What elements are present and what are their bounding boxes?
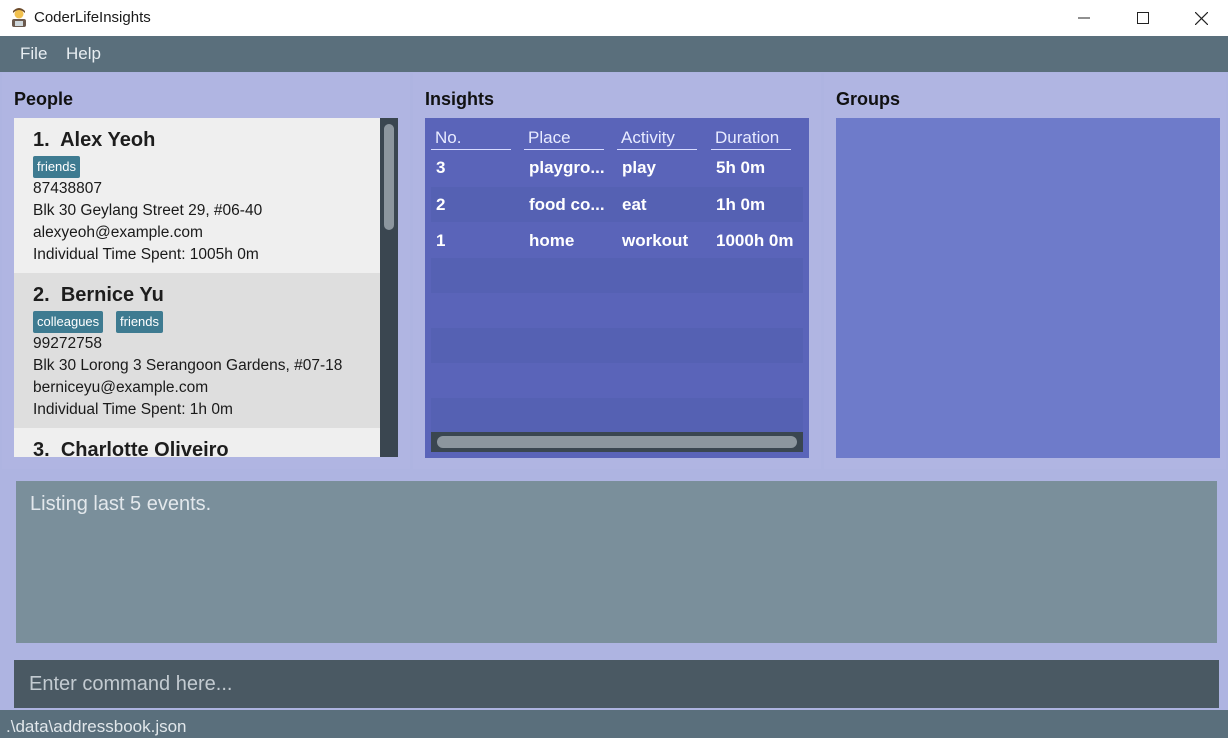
person-card[interactable]: 3. Charlotte Oliveiro [14, 428, 380, 457]
table-row[interactable]: 2 food co... eat 1h 0m [431, 187, 803, 222]
table-row[interactable]: 1 home workout 1000h 0m [431, 223, 803, 258]
cell-no: 3 [436, 158, 446, 177]
minimize-button[interactable] [1055, 0, 1113, 36]
empty-row [431, 363, 803, 398]
cell-place: food co... [529, 195, 605, 214]
person-address: Blk 30 Geylang Street 29, #06-40 [33, 202, 263, 219]
cell-activity: workout [622, 231, 689, 250]
cell-duration: 1h 0m [716, 195, 766, 214]
insights-table[interactable]: No. Place Activity Duration 3 playgro...… [425, 118, 809, 458]
tag-badge: friends [116, 311, 164, 333]
column-header-no[interactable]: No. [435, 128, 461, 148]
person-phone: 87438807 [33, 180, 102, 197]
title-bar: CoderLifeInsights [0, 0, 1228, 36]
cell-place: playgro... [529, 158, 605, 177]
tag-badge: colleagues [33, 311, 104, 333]
person-phone: 99272758 [33, 335, 102, 352]
cell-no: 1 [436, 231, 446, 250]
people-panel-title: People [14, 89, 74, 109]
people-list[interactable]: 1. Alex Yeoh friends 87438807 Blk 30 Gey… [14, 118, 380, 457]
column-header-activity[interactable]: Activity [621, 128, 675, 148]
maximize-button[interactable] [1114, 0, 1172, 36]
command-input[interactable] [14, 660, 1219, 708]
maximize-icon [1137, 12, 1149, 24]
empty-row [431, 398, 803, 432]
person-coder-icon [12, 8, 26, 27]
groups-list[interactable] [836, 118, 1220, 458]
person-index-name: 1. Alex Yeoh [33, 129, 156, 151]
tag-badge: friends [33, 156, 81, 178]
column-divider [617, 149, 697, 150]
menu-bar: File Help [0, 36, 1228, 72]
menu-file[interactable]: File [20, 44, 47, 64]
cell-no: 2 [436, 195, 446, 214]
person-card[interactable]: 2. Bernice Yu colleagues friends 9927275… [14, 273, 380, 428]
cell-duration: 5h 0m [716, 158, 766, 177]
minimize-icon [1078, 17, 1090, 19]
person-card[interactable]: 1. Alex Yeoh friends 87438807 Blk 30 Gey… [14, 118, 380, 273]
column-divider [524, 149, 604, 150]
cell-activity: eat [622, 195, 647, 214]
column-divider [431, 149, 511, 150]
person-email: berniceyu@example.com [33, 379, 209, 396]
save-location: .\data\addressbook.json [6, 717, 187, 736]
result-display: Listing last 5 events. [16, 481, 1217, 643]
insights-panel-title: Insights [425, 89, 495, 109]
menu-help[interactable]: Help [66, 44, 101, 64]
people-list-scroll-thumb[interactable] [384, 124, 394, 230]
person-index-name: 3. Charlotte Oliveiro [33, 439, 229, 457]
column-header-duration[interactable]: Duration [715, 128, 779, 148]
groups-panel-title: Groups [836, 89, 901, 109]
person-address: Blk 30 Lorong 3 Serangoon Gardens, #07-1… [33, 357, 343, 374]
person-email: alexyeoh@example.com [33, 224, 203, 241]
person-index-name: 2. Bernice Yu [33, 284, 164, 306]
cell-place: home [529, 231, 575, 250]
insights-scroll-thumb[interactable] [437, 436, 797, 448]
table-row[interactable]: 3 playgro... play 5h 0m [431, 151, 803, 186]
empty-row [431, 293, 803, 328]
window-title: CoderLifeInsights [34, 9, 151, 26]
person-time-spent: Individual Time Spent: 1h 0m [33, 401, 233, 418]
empty-row [431, 328, 803, 363]
cell-activity: play [622, 158, 657, 177]
person-time-spent: Individual Time Spent: 1005h 0m [33, 246, 259, 263]
close-button[interactable] [1172, 0, 1228, 36]
column-header-place[interactable]: Place [528, 128, 571, 148]
status-bar: .\data\addressbook.json [0, 710, 1228, 738]
column-divider [711, 149, 791, 150]
result-message: Listing last 5 events. [30, 493, 212, 515]
close-icon [1194, 11, 1208, 25]
empty-row [431, 258, 803, 293]
cell-duration: 1000h 0m [716, 231, 794, 250]
